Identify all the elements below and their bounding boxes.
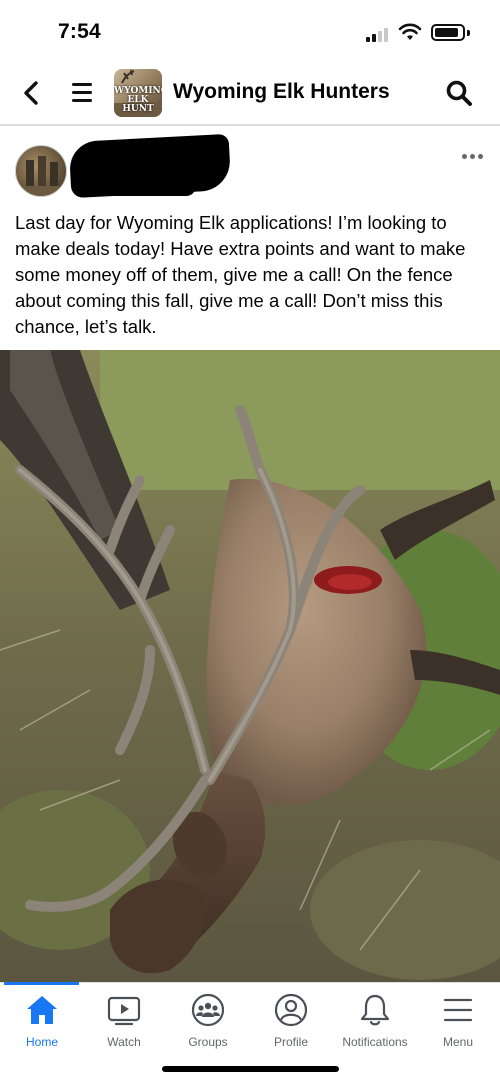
menu-icon [443,998,473,1022]
tab-label: Home [25,1035,58,1049]
home-indicator [162,1066,339,1072]
post-text: Last day for Wyoming Elk applications! I… [15,212,466,337]
group-avatar-logo: WYOMINGELK HUNT [114,86,162,114]
search-icon[interactable] [444,78,474,108]
tab-menu[interactable]: Menu [416,993,500,1055]
tab-label: Menu [442,1035,474,1049]
status-bar: 7:54 [0,0,500,62]
home-icon [27,996,57,1024]
bell-icon [360,994,390,1026]
group-menu-button[interactable] [70,80,96,106]
poster-avatar[interactable] [15,145,67,197]
status-time: 7:54 [58,20,101,43]
watch-icon [107,996,141,1026]
battery-icon [431,24,465,41]
battery-cap [467,30,470,36]
groups-icon [191,993,225,1027]
tab-notifications[interactable]: Notifications [333,993,417,1055]
post-photo[interactable] [0,350,500,983]
group-title[interactable]: Wyoming Elk Hunters [173,80,390,104]
group-avatar[interactable]: WYOMINGELK HUNT [114,69,162,117]
redacted-poster-meta [84,174,196,196]
active-tab-indicator [4,982,79,985]
profile-icon [274,993,308,1027]
tab-groups[interactable]: Groups [166,993,250,1055]
tab-label: Profile [273,1035,308,1049]
tab-watch[interactable]: Watch [82,993,166,1055]
tab-label: Groups [188,1035,228,1049]
tab-label: Notifications [342,1035,408,1049]
tab-profile[interactable]: Profile [249,993,333,1055]
cellular-signal-icon [366,26,392,42]
wifi-icon [398,23,422,40]
tab-home[interactable]: Home [0,993,84,1055]
back-button[interactable] [18,78,46,108]
more-options-button[interactable] [462,152,486,162]
tab-label: Watch [107,1035,141,1049]
group-header: WYOMINGELK HUNT Wyoming Elk Hunters [0,62,500,126]
